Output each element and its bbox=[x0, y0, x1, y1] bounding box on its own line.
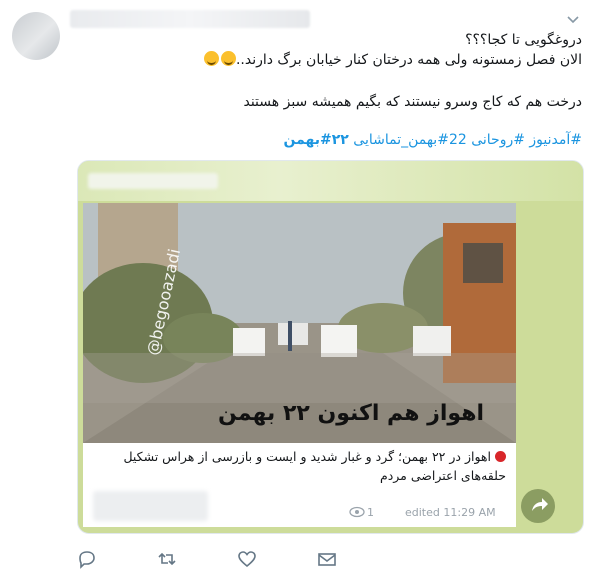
blurred-card-title bbox=[88, 173, 218, 189]
view-count: 1 bbox=[367, 506, 374, 519]
smiley-emoji-icon bbox=[203, 51, 219, 66]
smiley-emoji-icon bbox=[220, 51, 236, 66]
tweet-line-2: الان فصل زمستونه ولی همه درختان کنار خیا… bbox=[60, 50, 582, 70]
hashtag-links[interactable]: #آمدنیوز #روحانی 22#بهمن_تماشایی bbox=[349, 132, 582, 148]
card-caption-text: اهواز در ۲۲ بهمن؛ گرد و غبار شدید و ایست… bbox=[123, 449, 506, 483]
edited-timestamp: edited 11:29 AM bbox=[405, 506, 496, 519]
tweet-line-3: درخت هم که کاج وسرو نیستند که بگیم همیشه… bbox=[243, 94, 582, 110]
reply-icon[interactable] bbox=[76, 548, 98, 570]
tweet-container: دروغگویی تا کجا؟؟؟ الان فصل زمستونه ولی … bbox=[0, 0, 594, 580]
hashtag-bold[interactable]: ۲۲#بهمن bbox=[284, 132, 349, 148]
hashtags[interactable]: #آمدنیوز #روحانی 22#بهمن_تماشایی ۲۲#بهمن bbox=[60, 130, 582, 150]
retweet-icon[interactable] bbox=[156, 548, 178, 570]
tweet-line-1: دروغگویی تا کجا؟؟؟ bbox=[465, 32, 582, 48]
tweet-actions bbox=[76, 548, 376, 570]
envelope-icon[interactable] bbox=[316, 548, 338, 570]
blurred-username[interactable] bbox=[70, 10, 310, 28]
red-circle-icon bbox=[495, 451, 506, 462]
image-headline: اهواز هم اکنون ۲۲ بهمن bbox=[217, 401, 484, 426]
eye-icon bbox=[349, 506, 365, 518]
card-header bbox=[78, 161, 583, 201]
avatar[interactable] bbox=[12, 12, 60, 60]
share-button[interactable] bbox=[521, 489, 555, 523]
tweet-line-2-text: الان فصل زمستونه ولی همه درختان کنار خیا… bbox=[235, 52, 582, 68]
heart-icon[interactable] bbox=[236, 548, 258, 570]
chevron-down-icon[interactable] bbox=[566, 12, 580, 26]
card-image[interactable]: @begooazadi اهواز هم اکنون ۲۲ بهمن bbox=[83, 203, 516, 443]
card-footer: 1 edited 11:29 AM bbox=[83, 491, 516, 527]
share-arrow-icon bbox=[532, 498, 548, 511]
blurred-channel bbox=[93, 491, 208, 521]
link-card[interactable]: @begooazadi اهواز هم اکنون ۲۲ بهمن اهواز… bbox=[77, 160, 584, 534]
